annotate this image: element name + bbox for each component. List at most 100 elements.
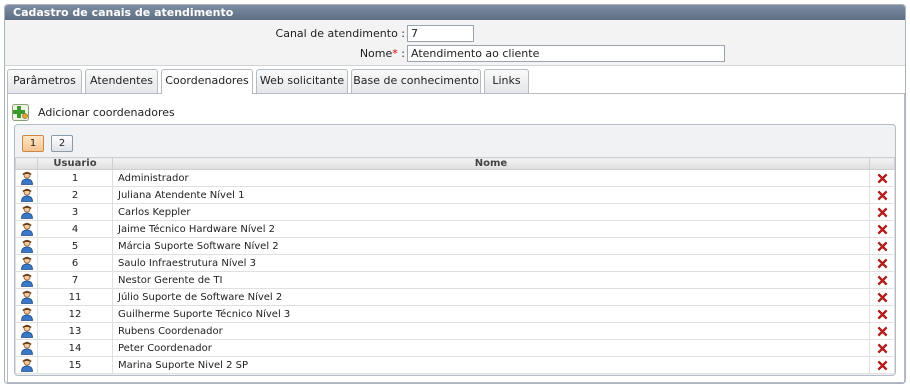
user-icon xyxy=(20,324,33,338)
canal-label: Canal de atendimento : xyxy=(275,27,405,40)
user-icon-cell xyxy=(15,288,38,306)
tab-bar: Parâmetros Atendentes Coordenadores Web … xyxy=(7,69,905,94)
nome-cell: Peter Coordenador xyxy=(112,339,870,357)
delete-button[interactable] xyxy=(869,169,895,187)
usuario-cell: 15 xyxy=(37,356,113,374)
table-row[interactable]: 6 Saulo Infraestrutura Nível 3 xyxy=(15,254,895,272)
window: Cadastro de canais de atendimento Canal … xyxy=(4,4,906,384)
delete-icon xyxy=(877,258,887,268)
tab-base-conhecimento[interactable]: Base de conhecimento xyxy=(351,69,481,93)
nome-cell: Carlos Keppler xyxy=(112,203,870,221)
table-row[interactable]: 2 Juliana Atendente Nível 1 xyxy=(15,186,895,204)
table-row[interactable]: 1 Administrador xyxy=(15,169,895,187)
coordenadores-panel: Adicionar coordenadores 1 2 Usuario Nome… xyxy=(7,93,905,383)
table-row[interactable]: 12 Guilherme Suporte Técnico Nível 3 xyxy=(15,305,895,323)
user-icon-cell xyxy=(15,169,38,187)
nome-cell: Nestor Gerente de TI xyxy=(112,271,870,289)
nome-label: Nome xyxy=(359,47,393,60)
delete-button[interactable] xyxy=(869,305,895,323)
nome-input[interactable]: Atendimento ao cliente xyxy=(407,45,725,62)
delete-icon xyxy=(877,309,887,319)
usuario-cell: 12 xyxy=(37,305,113,323)
tab-web-solicitante[interactable]: Web solicitante xyxy=(256,69,348,93)
table-row[interactable]: 11 Júlio Suporte de Software Nível 2 xyxy=(15,288,895,306)
user-icon xyxy=(20,205,33,219)
delete-button[interactable] xyxy=(869,339,895,357)
usuario-cell: 1 xyxy=(37,169,113,187)
user-icon xyxy=(20,222,33,236)
user-icon xyxy=(20,307,33,321)
delete-icon xyxy=(877,292,887,302)
delete-icon xyxy=(877,190,887,200)
delete-button[interactable] xyxy=(869,254,895,272)
delete-icon xyxy=(877,173,887,183)
delete-button[interactable] xyxy=(869,288,895,306)
usuario-cell: 14 xyxy=(37,339,113,357)
user-icon-cell xyxy=(15,305,38,323)
user-icon xyxy=(20,273,33,287)
add-user-icon xyxy=(12,104,29,121)
usuario-cell: 7 xyxy=(37,271,113,289)
table-row[interactable]: 3 Carlos Keppler xyxy=(15,203,895,221)
delete-icon xyxy=(877,360,887,370)
user-icon-cell xyxy=(15,271,38,289)
delete-button[interactable] xyxy=(869,186,895,204)
delete-button[interactable] xyxy=(869,203,895,221)
user-icon-cell xyxy=(15,220,38,238)
user-icon-cell xyxy=(15,237,38,255)
tab-coordenadores[interactable]: Coordenadores xyxy=(161,69,253,94)
user-icon xyxy=(20,239,33,253)
nome-cell: Rubens Coordenador xyxy=(112,322,870,340)
table-row[interactable]: 15 Marina Suporte Nivel 2 SP xyxy=(15,356,895,374)
nome-cell: Juliana Atendente Nível 1 xyxy=(112,186,870,204)
usuario-column-header: Usuario xyxy=(37,157,113,170)
tab-links[interactable]: Links xyxy=(484,69,529,93)
user-icon xyxy=(20,188,33,202)
usuario-cell: 13 xyxy=(37,322,113,340)
user-icon xyxy=(20,358,33,372)
canal-input[interactable]: 7 xyxy=(407,25,474,42)
window-title: Cadastro de canais de atendimento xyxy=(5,5,905,20)
delete-icon xyxy=(877,343,887,353)
usuario-cell: 6 xyxy=(37,254,113,272)
usuario-cell: 2 xyxy=(37,186,113,204)
delete-button[interactable] xyxy=(869,356,895,374)
nome-cell: Marina Suporte Nivel 2 SP xyxy=(112,356,870,374)
tab-parametros[interactable]: Parâmetros xyxy=(7,69,82,93)
form-area: Canal de atendimento : 7 Nome* : Atendim… xyxy=(5,20,905,66)
table-header-row: Usuario Nome xyxy=(15,157,895,170)
table-row[interactable]: 4 Jaime Técnico Hardware Nível 2 xyxy=(15,220,895,238)
user-icon-cell xyxy=(15,254,38,272)
delete-button[interactable] xyxy=(869,271,895,289)
table-row[interactable]: 5 Márcia Suporte Software Nível 2 xyxy=(15,237,895,255)
user-icon-cell xyxy=(15,322,38,340)
delete-icon xyxy=(877,207,887,217)
delete-icon xyxy=(877,224,887,234)
table-row[interactable]: 7 Nestor Gerente de TI xyxy=(15,271,895,289)
nome-cell: Júlio Suporte de Software Nível 2 xyxy=(112,288,870,306)
delete-button[interactable] xyxy=(869,322,895,340)
usuario-cell: 5 xyxy=(37,237,113,255)
nome-column-header: Nome xyxy=(112,157,870,170)
required-asterisk: * xyxy=(392,47,398,60)
user-icon-cell xyxy=(15,356,38,374)
table-row[interactable]: 14 Peter Coordenador xyxy=(15,339,895,357)
page-1-button[interactable]: 1 xyxy=(22,135,44,152)
nome-row: Nome* : Atendimento ao cliente xyxy=(5,45,905,63)
delete-button[interactable] xyxy=(869,237,895,255)
nome-cell: Jaime Técnico Hardware Nível 2 xyxy=(112,220,870,238)
table-row[interactable]: 13 Rubens Coordenador xyxy=(15,322,895,340)
page-2-button[interactable]: 2 xyxy=(51,135,73,152)
nome-cell: Administrador xyxy=(112,169,870,187)
nome-cell: Saulo Infraestrutura Nível 3 xyxy=(112,254,870,272)
delete-button[interactable] xyxy=(869,220,895,238)
tab-atendentes[interactable]: Atendentes xyxy=(85,69,158,93)
user-icon xyxy=(20,290,33,304)
usuario-cell: 3 xyxy=(37,203,113,221)
user-icon xyxy=(20,171,33,185)
user-icon xyxy=(20,341,33,355)
icon-column-header xyxy=(15,157,38,170)
usuario-cell: 11 xyxy=(37,288,113,306)
nome-colon: : xyxy=(401,47,405,60)
delete-icon xyxy=(877,275,887,285)
